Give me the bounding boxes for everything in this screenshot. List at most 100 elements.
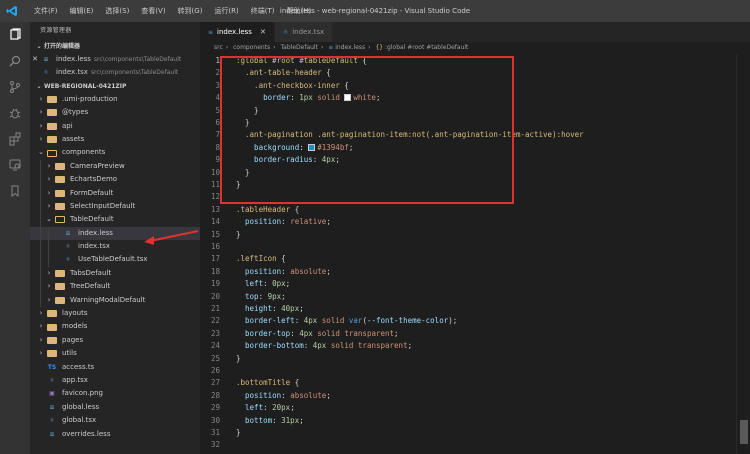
project-header[interactable]: ⌄ WEB-REGIONAL-0421ZIP: [30, 80, 200, 93]
breadcrumb-item[interactable]: :global #root #tableDefault: [385, 44, 468, 51]
search-icon[interactable]: [0, 48, 30, 74]
menu-view[interactable]: 查看(V): [135, 0, 171, 22]
line-number: 25: [210, 353, 220, 363]
chevron-down-icon: ⌄: [38, 148, 44, 157]
open-editors-header[interactable]: ⌄ 打开的编辑器: [30, 40, 200, 53]
tree-folder[interactable]: › WarningModalDefault: [30, 293, 200, 308]
tree-folder[interactable]: › @types: [30, 106, 200, 119]
chevron-right-icon: ›: [47, 188, 51, 197]
red-arrow-icon: [144, 230, 199, 245]
code-line: 3 .ant-checkbox-inner {: [200, 80, 740, 92]
typescript-file-icon: TS: [47, 363, 57, 371]
folder-icon: [54, 175, 66, 184]
line-number: 2: [215, 68, 220, 78]
code-token: {: [276, 254, 286, 264]
code-token: 20px: [272, 403, 291, 413]
tree-item-label: SelectInputDefault: [70, 201, 136, 210]
tree-folder[interactable]: › EchartsDemo: [30, 173, 200, 187]
breadcrumb-item[interactable]: src: [214, 44, 223, 51]
menu-edit[interactable]: 编辑(E): [64, 0, 100, 22]
menu-run[interactable]: 运行(R): [208, 0, 244, 22]
tree-file[interactable]: ≡ global.less: [30, 401, 200, 414]
code-line: 4 border: 1px solid white;: [200, 92, 740, 104]
tree-folder[interactable]: › assets: [30, 133, 200, 146]
code-token: solid: [317, 316, 349, 326]
react-file-icon: ⚛: [65, 256, 71, 264]
menu-terminal[interactable]: 终端(T): [245, 0, 281, 22]
react-file-icon: ⚛: [282, 28, 289, 36]
tree-file[interactable]: ⚛ app.tsx: [30, 374, 200, 387]
extensions-icon[interactable]: [0, 126, 30, 152]
code-line: 23 border-top: 4px solid transparent;: [200, 328, 740, 340]
files-icon[interactable]: [0, 22, 30, 48]
line-number: 31: [210, 428, 220, 437]
tree-folder[interactable]: › FormDefault: [30, 186, 200, 200]
menu-selection[interactable]: 选择(S): [99, 0, 135, 22]
tree-folder[interactable]: › TabsDefault: [30, 266, 200, 281]
tree-file[interactable]: ⚛ UseTableDefault.tsx: [30, 253, 200, 267]
chevron-right-icon: ›: [47, 282, 51, 291]
tree-folder[interactable]: › utils: [30, 347, 200, 360]
tree-folder[interactable]: › models: [30, 320, 200, 333]
tree-item-label: assets: [62, 134, 85, 143]
indent-guide: [40, 280, 41, 294]
color-swatch[interactable]: [308, 143, 316, 151]
code-line: 25}: [200, 353, 740, 365]
tree-folder[interactable]: › .umi-production: [30, 93, 200, 106]
tree-item-label: api: [62, 121, 73, 130]
breadcrumb-item[interactable]: index.less: [335, 44, 365, 51]
tree-item-label: pages: [62, 335, 84, 344]
tree-folder[interactable]: › pages: [30, 334, 200, 347]
code-line: 26: [200, 365, 740, 377]
debug-icon[interactable]: [0, 100, 30, 126]
code-token: }: [236, 428, 241, 437]
breadcrumb-item[interactable]: components: [233, 44, 270, 51]
remote-icon[interactable]: [0, 152, 30, 178]
code-line: 7 .ant-pagination .ant-pagination-item:n…: [200, 129, 740, 141]
color-swatch[interactable]: [344, 94, 352, 102]
code-editor[interactable]: 1:global #root #tableDefault {2 .ant-tab…: [200, 54, 750, 454]
folder-icon: [46, 323, 58, 332]
code-token: ;: [326, 217, 331, 227]
line-number: 12: [210, 192, 220, 202]
tree-folder[interactable]: › TreeDefault: [30, 280, 200, 294]
tree-file[interactable]: TS access.ts: [30, 361, 200, 374]
code-token: {: [290, 378, 300, 388]
source-control-icon[interactable]: [0, 74, 30, 100]
code-token: solid transparent: [312, 328, 395, 338]
tab-index-tsx[interactable]: ⚛ index.tsx: [274, 22, 334, 42]
tree-folder[interactable]: › layouts: [30, 307, 200, 320]
chevron-right-icon: ›: [47, 175, 51, 184]
breadcrumb-item[interactable]: TableDefault: [281, 44, 318, 51]
bookmark-icon[interactable]: [0, 178, 30, 204]
code-token: border: [236, 93, 291, 103]
tree-file[interactable]: ≡ overrides.less: [30, 428, 200, 441]
code-token: #1394bf: [317, 142, 349, 152]
indent-guide: [48, 253, 49, 267]
menu-help[interactable]: 帮助(H): [281, 0, 318, 22]
indent-guide: [40, 240, 41, 254]
open-editor-item[interactable]: ⚛ index.tsx src\components\TableDefault: [30, 66, 200, 79]
tree-folder[interactable]: ⌄ components: [30, 146, 200, 159]
close-icon[interactable]: ✕: [260, 28, 266, 36]
close-icon[interactable]: ✕: [30, 53, 40, 66]
tree-item-label: index.tsx: [78, 242, 110, 251]
chevron-right-icon: ›: [47, 161, 51, 170]
tree-folder[interactable]: ⌄ TableDefault: [30, 213, 200, 227]
code-token: :: [290, 93, 300, 103]
tree-folder[interactable]: › SelectInputDefault: [30, 199, 200, 214]
indent-guide: [40, 173, 41, 187]
menu-file[interactable]: 文件(F): [28, 0, 64, 22]
editor-scrollbar[interactable]: [740, 420, 748, 444]
react-file-icon: ⚛: [43, 69, 49, 77]
menu-go[interactable]: 转到(G): [172, 0, 209, 22]
code-token: solid transparent: [326, 341, 408, 351]
tree-folder[interactable]: › CameraPreview: [30, 159, 200, 174]
tree-file[interactable]: ▣ favicon.png: [30, 387, 200, 400]
tree-file[interactable]: ⚛ global.tsx: [30, 414, 200, 427]
tab-index-less[interactable]: ≡ index.less ✕: [200, 22, 275, 42]
code-token: {: [357, 56, 367, 65]
open-editor-item[interactable]: ✕ ≡ index.less src\components\TableDefau…: [30, 53, 200, 66]
tree-item-label: global.tsx: [62, 416, 97, 425]
tree-folder[interactable]: › api: [30, 120, 200, 133]
